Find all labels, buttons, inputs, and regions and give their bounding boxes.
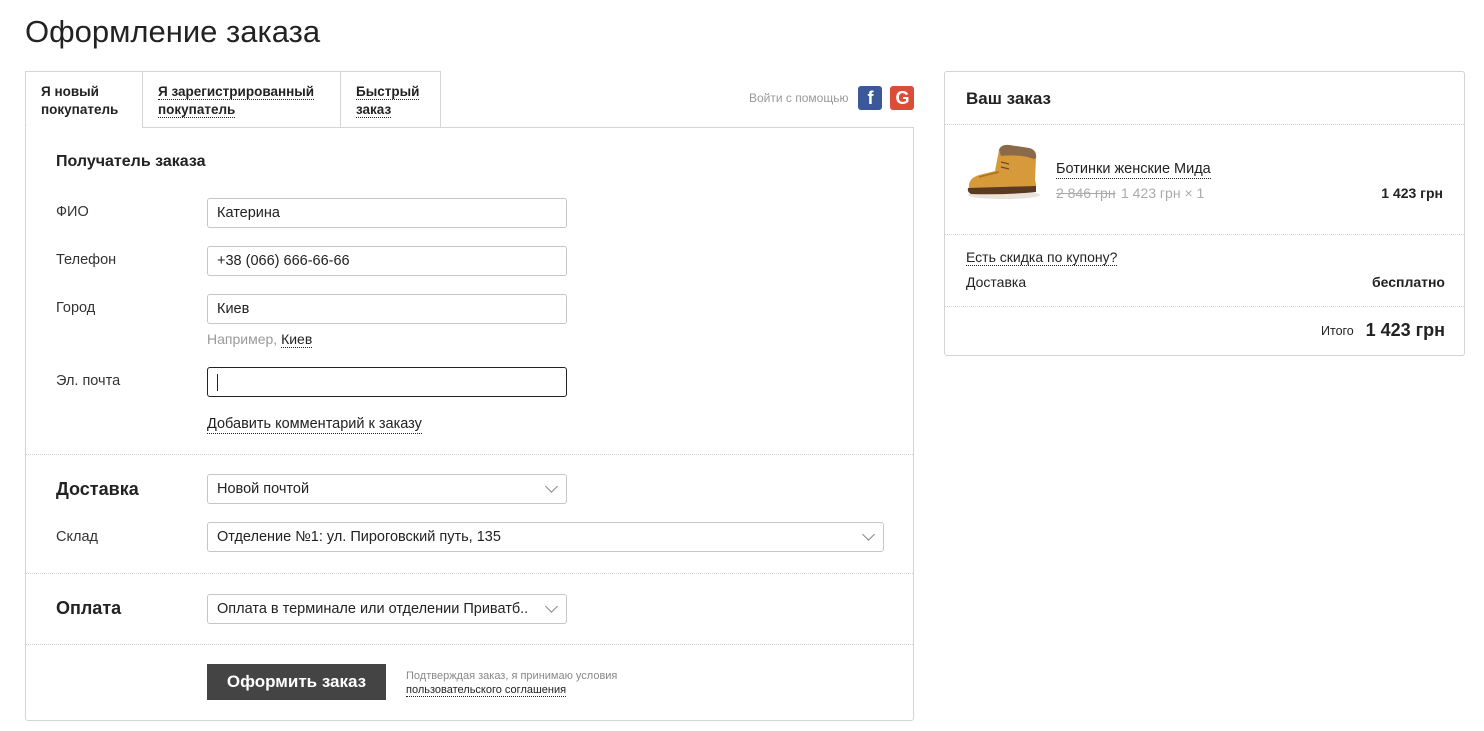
place-order-button[interactable]: Оформить заказ (207, 664, 386, 700)
email-label: Эл. почта (56, 373, 121, 389)
section-divider (26, 644, 913, 645)
summary-delivery-label: Доставка (966, 274, 1027, 290)
customer-type-tabs: Я новый покупатель Я зарегистрированный … (25, 71, 441, 128)
delivery-method-value: Новой почтой (217, 481, 310, 497)
product-line-total: 1 423 грн (1381, 185, 1443, 201)
chevron-down-icon (545, 480, 558, 493)
summary-divider (945, 306, 1464, 307)
tab-new-customer-line1: Я новый (41, 84, 99, 99)
total-label: Итого (1321, 324, 1354, 338)
product-image[interactable] (965, 142, 1043, 200)
order-summary: Ваш заказ Ботинки женские Мида 2 846 грн… (944, 71, 1465, 356)
city-label: Город (56, 300, 96, 316)
city-field[interactable]: Киев (207, 294, 567, 324)
product-name-link[interactable]: Ботинки женские Мида (1056, 161, 1211, 179)
summary-divider (945, 124, 1464, 125)
delivery-section-title: Доставка (56, 479, 139, 499)
facebook-icon[interactable]: f (858, 86, 883, 110)
recipient-section-title: Получатель заказа (56, 153, 206, 170)
summary-divider (945, 234, 1464, 235)
name-label: ФИО (56, 204, 89, 220)
tab-quick-line1: Быстрый (356, 84, 420, 100)
chevron-down-icon (862, 528, 875, 541)
payment-method-select[interactable]: Оплата в терминале или отделении Приватб… (207, 594, 567, 624)
summary-delivery-value: бесплатно (1371, 274, 1445, 290)
city-hint-prefix: Например, (207, 331, 278, 347)
phone-label: Телефон (56, 252, 117, 268)
email-field[interactable] (207, 367, 567, 397)
product-old-price: 2 846 грн (1056, 185, 1116, 201)
order-summary-title: Ваш заказ (966, 89, 1051, 108)
product-unit-price: 1 423 грн × 1 (1121, 185, 1205, 201)
user-agreement-link[interactable]: пользовательского соглашения (406, 684, 567, 697)
social-login: Войти с помощью f G (749, 86, 915, 110)
coupon-link[interactable]: Есть скидка по купону? (966, 249, 1118, 266)
tab-registered-line1: Я зарегистрированный (158, 84, 315, 100)
checkout-form-panel: Получатель заказа ФИО Катерина Телефон +… (25, 127, 914, 721)
agreement-note: Подтверждая заказ, я принимаю условия по… (406, 669, 617, 697)
tab-registered-customer[interactable]: Я зарегистрированный покупатель (142, 71, 340, 128)
delivery-method-select[interactable]: Новой почтой (207, 474, 567, 504)
section-divider (26, 573, 913, 574)
warehouse-select[interactable]: Отделение №1: ул. Пироговский путь, 135 (207, 522, 884, 552)
warehouse-label: Склад (56, 529, 98, 545)
google-icon[interactable]: G (890, 86, 915, 110)
social-login-label: Войти с помощью (749, 91, 849, 105)
total-value: 1 423 грн (1365, 320, 1445, 340)
tab-new-customer[interactable]: Я новый покупатель (25, 71, 142, 128)
text-caret (217, 374, 218, 391)
tab-quick-line2: заказ (356, 102, 392, 118)
city-hint-link[interactable]: Киев (281, 331, 313, 348)
payment-section-title: Оплата (56, 598, 122, 618)
name-field[interactable]: Катерина (207, 198, 567, 228)
city-hint: Например, Киев (207, 331, 313, 348)
tab-registered-line2: покупатель (158, 102, 236, 118)
chevron-down-icon (545, 600, 558, 613)
tab-quick-order[interactable]: Быстрый заказ (340, 71, 441, 128)
tab-new-customer-line2: покупатель (41, 102, 119, 117)
agreement-text: Подтверждая заказ, я принимаю условия (406, 670, 618, 682)
add-comment-link[interactable]: Добавить комментарий к заказу (207, 416, 422, 434)
phone-field[interactable]: +38 (066) 666-66-66 (207, 246, 567, 276)
page-title: Оформление заказа (25, 14, 321, 49)
payment-method-value: Оплата в терминале или отделении Приватб… (217, 601, 529, 617)
section-divider (26, 454, 913, 455)
warehouse-value: Отделение №1: ул. Пироговский путь, 135 (217, 529, 501, 545)
